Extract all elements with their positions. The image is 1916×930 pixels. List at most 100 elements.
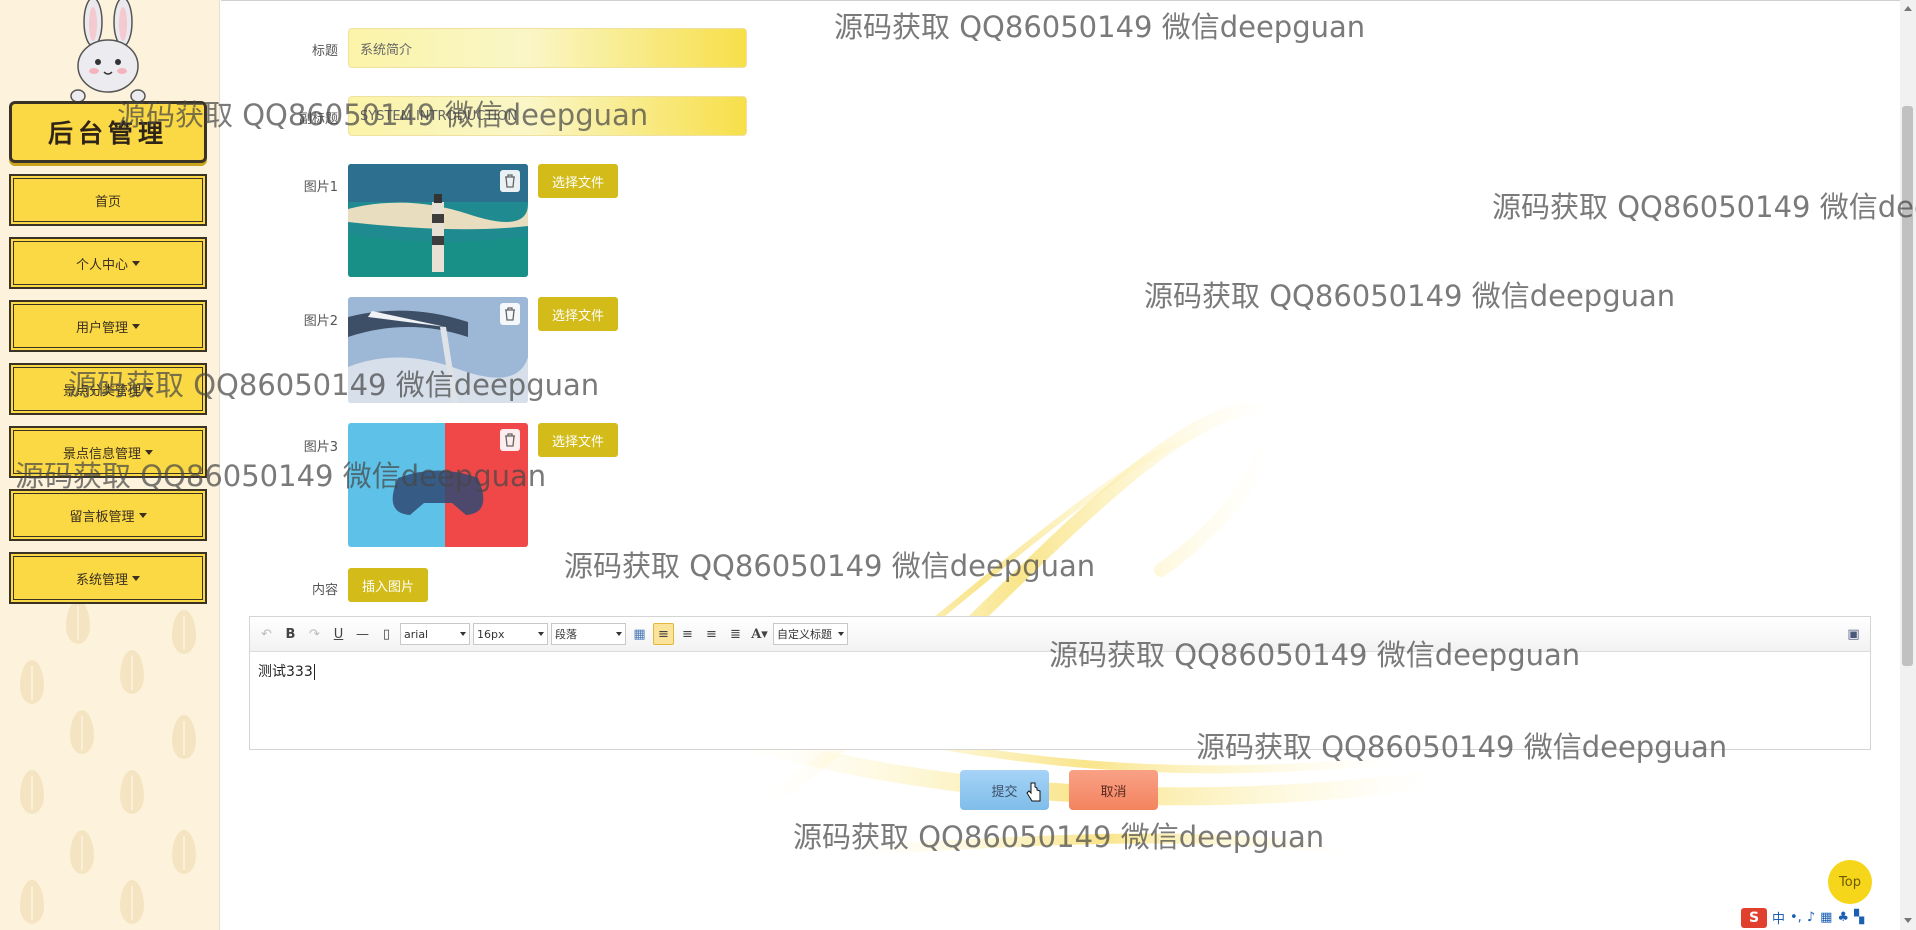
leaf-decoration <box>70 830 94 874</box>
keyboard-icon[interactable]: ▦ <box>1820 910 1832 925</box>
image1-preview <box>348 164 528 277</box>
ime-tray: S 中 •, ♪ ▦ ♣ ▚ <box>1741 905 1916 930</box>
page-scrollbar[interactable] <box>1900 0 1916 930</box>
sidebar-item-label: 景点信息管理 <box>62 446 141 462</box>
main-content: 标题 系统简介 副标题 SYSTEM INTRODUCTION 图片1 选择文件… <box>221 0 1916 930</box>
choose-file-button-3[interactable]: 选择文件 <box>538 423 618 457</box>
submit-label: 提交 <box>991 784 1018 800</box>
sidebar-item-system-management[interactable]: 系统管理 <box>9 552 207 604</box>
shirt-icon[interactable]: ♣ <box>1837 910 1849 925</box>
cancel-label: 取消 <box>1100 784 1127 800</box>
image2-preview <box>348 297 528 403</box>
sidebar-item-label: 用户管理 <box>75 320 128 336</box>
leaf-decoration <box>120 650 144 694</box>
sidebar-item-spot-info[interactable]: 景点信息管理 <box>9 426 207 478</box>
chevron-down-icon <box>616 632 622 636</box>
sidebar-item-label: 个人中心 <box>75 257 128 273</box>
leaf-decoration <box>120 770 144 814</box>
underline-icon[interactable]: U <box>328 623 349 645</box>
back-to-top-button[interactable]: Top <box>1828 860 1872 904</box>
cancel-button[interactable]: 取消 <box>1069 770 1158 810</box>
scroll-thumb[interactable] <box>1902 106 1913 666</box>
image3-preview <box>348 423 528 547</box>
subtitle-label: 副标题 <box>298 112 338 127</box>
grid-icon[interactable]: ▚ <box>1854 910 1864 925</box>
trash-icon[interactable] <box>500 170 520 192</box>
sidebar-item-home[interactable]: 首页 <box>9 174 207 226</box>
choose-file-button-1[interactable]: 选择文件 <box>538 164 618 198</box>
chevron-down-icon <box>460 632 466 636</box>
insert-image-button[interactable]: 插入图片 <box>348 568 428 602</box>
table-icon[interactable]: ▦ <box>629 623 650 645</box>
submit-button[interactable]: 提交 <box>960 770 1049 810</box>
choose-file-button-2[interactable]: 选择文件 <box>538 297 618 331</box>
align-right-icon[interactable]: ≡ <box>677 623 698 645</box>
subtitle-input[interactable]: SYSTEM INTRODUCTION <box>348 96 747 136</box>
leaf-decoration <box>20 660 44 704</box>
leaf-decoration <box>172 715 196 759</box>
font-family-value: arial <box>404 627 429 641</box>
justify-icon[interactable]: ≣ <box>725 623 746 645</box>
leaf-decoration <box>20 770 44 814</box>
undo-icon[interactable]: ↶ <box>256 623 277 645</box>
align-left-icon[interactable]: ≡ <box>653 623 674 645</box>
image3-label: 图片3 <box>303 440 338 455</box>
logo-badge: 后台管理 <box>9 101 207 163</box>
paragraph-value: 段落 <box>555 628 577 641</box>
caret-down-icon <box>145 386 153 392</box>
punctuation-icon[interactable]: •, <box>1790 910 1802 925</box>
font-size-select[interactable]: 16px <box>473 623 548 645</box>
hand-cursor-icon <box>1026 782 1041 802</box>
leaf-decoration <box>120 880 144 924</box>
title-input-value: 系统简介 <box>360 42 413 58</box>
sidebar: 后台管理 首页 个人中心 用户管理 景点分类管理 景点信息管理 留言板管理 系统… <box>0 0 220 930</box>
caret-down-icon <box>132 323 140 329</box>
leaf-decoration <box>172 610 196 654</box>
leaf-decoration <box>66 600 90 644</box>
title-label: 标题 <box>311 44 338 59</box>
rich-text-editor[interactable]: ↶ B ↷ U — ▯ arial 16px 段落 ▦ ≡ ≡ ≡ ≣ A▾ 自… <box>249 616 1871 750</box>
editor-content-area[interactable]: 测试333 <box>250 652 1870 690</box>
trash-icon[interactable] <box>500 429 520 451</box>
leaf-decoration <box>70 710 94 754</box>
paragraph-select[interactable]: 段落 <box>551 623 626 645</box>
font-size-value: 16px <box>477 627 505 641</box>
sidebar-item-message-board[interactable]: 留言板管理 <box>9 489 207 541</box>
subtitle-input-value: SYSTEM INTRODUCTION <box>360 108 518 124</box>
image2-label: 图片2 <box>303 314 338 329</box>
redo-icon[interactable]: ↷ <box>304 623 325 645</box>
trash-icon[interactable] <box>500 303 520 325</box>
fullscreen-icon[interactable]: ▣ <box>1843 623 1864 645</box>
title-input[interactable]: 系统简介 <box>348 28 747 68</box>
bold-icon[interactable]: B <box>280 623 301 645</box>
logo-text: 后台管理 <box>47 119 168 148</box>
divider <box>221 0 1900 1</box>
custom-heading-select[interactable]: 自定义标题 <box>773 623 848 645</box>
text-cursor <box>313 664 315 680</box>
sidebar-item-user-management[interactable]: 用户管理 <box>9 300 207 352</box>
sidebar-item-label: 留言板管理 <box>69 509 135 525</box>
font-color-icon[interactable]: A▾ <box>749 623 770 645</box>
font-family-select[interactable]: arial <box>400 623 470 645</box>
horizontal-rule-icon[interactable]: — <box>352 623 373 645</box>
custom-heading-value: 自定义标题 <box>777 628 832 641</box>
sidebar-item-label: 首页 <box>94 194 121 210</box>
page-icon[interactable]: ▯ <box>376 623 397 645</box>
ime-language[interactable]: 中 <box>1772 908 1785 927</box>
sidebar-item-personal-center[interactable]: 个人中心 <box>9 237 207 289</box>
caret-down-icon <box>138 512 147 518</box>
content-label: 内容 <box>311 583 338 598</box>
sidebar-item-spot-category[interactable]: 景点分类管理 <box>9 363 207 415</box>
sidebar-item-label: 景点分类管理 <box>62 383 141 399</box>
align-center-icon[interactable]: ≡ <box>701 623 722 645</box>
back-to-top-label: Top <box>1839 874 1861 890</box>
leaf-decoration <box>20 880 44 924</box>
chevron-down-icon <box>838 632 844 636</box>
scroll-up-arrow-icon[interactable] <box>1904 6 1912 11</box>
sogou-ime-icon[interactable]: S <box>1741 907 1767 928</box>
editor-toolbar: ↶ B ↷ U — ▯ arial 16px 段落 ▦ ≡ ≡ ≡ ≣ A▾ 自… <box>250 617 1870 652</box>
leaf-decoration <box>172 830 196 874</box>
image1-label: 图片1 <box>303 180 338 195</box>
rabbit-logo <box>70 0 146 103</box>
microphone-icon[interactable]: ♪ <box>1807 910 1815 925</box>
